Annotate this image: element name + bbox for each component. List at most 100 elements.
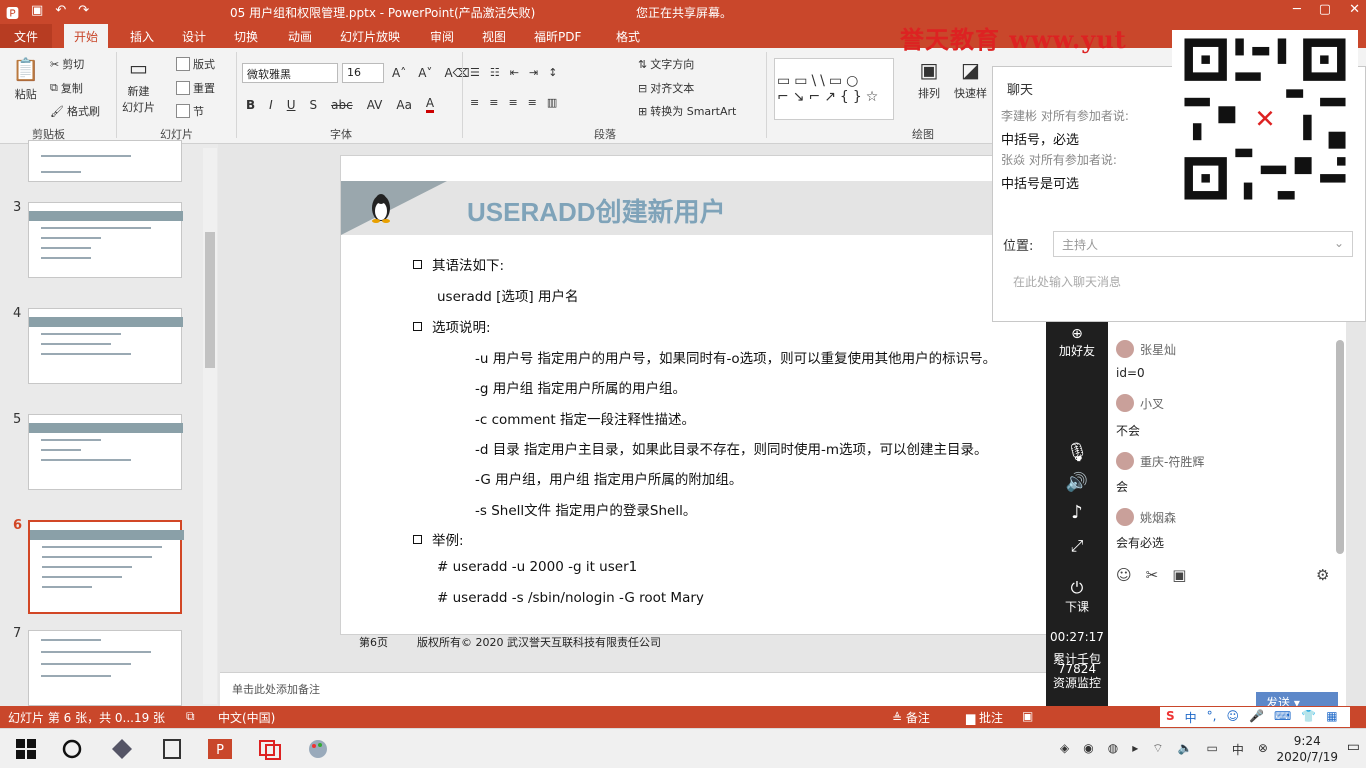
chat-recipient-select[interactable]: 主持人 ⌄ bbox=[1053, 231, 1353, 257]
font-size-select[interactable]: 16 bbox=[342, 63, 384, 83]
tray-settings-icon[interactable]: ⊗ bbox=[1258, 741, 1268, 758]
tray-app-icon[interactable]: ◉ bbox=[1083, 741, 1093, 758]
decrease-indent-icon[interactable]: ⇤ bbox=[510, 66, 519, 79]
scroll-thumb[interactable] bbox=[205, 232, 215, 368]
italic-icon[interactable]: I bbox=[269, 98, 273, 112]
quick-styles-button[interactable]: ◪ 快速样 bbox=[954, 58, 987, 101]
shrink-font-icon[interactable]: A˅ bbox=[418, 66, 432, 80]
thumbnail-scrollbar[interactable] bbox=[203, 148, 217, 704]
slide-thumbnail[interactable] bbox=[28, 630, 182, 706]
line-spacing-icon[interactable]: ↕ bbox=[548, 66, 557, 79]
tab-slideshow[interactable]: 幻灯片放映 bbox=[340, 28, 400, 45]
windows-start-icon[interactable] bbox=[14, 737, 38, 761]
volume-icon[interactable]: 🔈 bbox=[1178, 741, 1193, 758]
slide-text-line[interactable]: # useradd -s /sbin/nologin -G root Mary bbox=[437, 590, 704, 606]
justify-icon[interactable]: ≡ bbox=[528, 96, 537, 109]
task-view-icon[interactable] bbox=[160, 737, 184, 761]
slide-title[interactable]: USERADD创建新用户 bbox=[467, 192, 726, 229]
tab-transitions[interactable]: 切换 bbox=[234, 28, 258, 45]
tab-animations[interactable]: 动画 bbox=[288, 28, 312, 45]
minimize-icon[interactable]: ─ bbox=[1293, 2, 1301, 17]
end-class-button[interactable]: ⏻ 下课 bbox=[1046, 578, 1108, 615]
columns-icon[interactable]: ▥ bbox=[547, 96, 557, 109]
microphone-icon[interactable]: 🎙 bbox=[1046, 442, 1108, 463]
cortana-icon[interactable] bbox=[60, 737, 84, 761]
voice-icon[interactable]: 🎤 bbox=[1249, 709, 1264, 725]
chat-input[interactable]: 在此处输入聊天消息 bbox=[1013, 273, 1121, 290]
tab-design[interactable]: 设计 bbox=[182, 28, 206, 45]
tray-app-icon[interactable]: ◈ bbox=[1060, 741, 1069, 758]
comments-toggle[interactable]: ▆ 批注 bbox=[966, 709, 1003, 726]
emoji-icon[interactable]: ☺ bbox=[1227, 709, 1240, 725]
notes-pane[interactable]: 单击此处添加备注 bbox=[220, 672, 1046, 706]
powerpoint-icon[interactable]: P bbox=[208, 737, 232, 761]
strikethrough-icon[interactable]: abc bbox=[331, 98, 353, 112]
slide-thumbnail-selected[interactable] bbox=[28, 520, 184, 614]
scissors-icon[interactable]: ✂ bbox=[1146, 566, 1159, 584]
slide-thumbnail[interactable] bbox=[28, 308, 183, 384]
slide-text-line[interactable]: useradd [选项] 用户名 bbox=[437, 285, 578, 305]
speaker-icon[interactable]: 🔊 bbox=[1046, 472, 1108, 493]
align-left-icon[interactable]: ≡ bbox=[470, 96, 479, 109]
slide-text-line[interactable]: -u 用户号 指定用户的用户号，如果同时有-o选项，则可以重复使用其他用户的标识… bbox=[475, 347, 996, 367]
language-indicator[interactable]: 中文(中国) bbox=[218, 709, 275, 726]
shadow-icon[interactable]: S bbox=[310, 98, 318, 112]
notes-toggle[interactable]: ≜ 备注 bbox=[892, 709, 930, 726]
normal-view-icon[interactable]: ▣ bbox=[1022, 709, 1033, 723]
tray-app-icon[interactable]: ▸ bbox=[1132, 741, 1138, 758]
image-icon[interactable]: ▣ bbox=[1172, 566, 1186, 584]
paste-button[interactable]: 📋 粘贴 bbox=[12, 58, 39, 102]
slide-text-line[interactable]: -d 目录 指定用户主目录，如果此目录不存在，则同时使用-m选项，可以创建主目录… bbox=[475, 438, 988, 458]
tab-format[interactable]: 格式 bbox=[616, 28, 640, 45]
layout-button[interactable]: 版式 bbox=[176, 56, 215, 72]
skin-icon[interactable]: 👕 bbox=[1301, 709, 1316, 725]
tray-app-icon[interactable]: ◍ bbox=[1108, 741, 1118, 758]
tab-home[interactable]: 开始 bbox=[64, 24, 109, 48]
align-center-icon[interactable]: ≡ bbox=[489, 96, 498, 109]
clear-format-icon[interactable]: A⌫ bbox=[444, 66, 469, 80]
cut-button[interactable]: ✂ 剪切 bbox=[50, 56, 84, 72]
keyboard-icon[interactable]: ⌨ bbox=[1274, 709, 1291, 725]
maximize-icon[interactable]: ▢ bbox=[1319, 2, 1331, 17]
slide-bullet-line[interactable]: 选项说明: bbox=[413, 316, 491, 336]
music-icon[interactable]: ♪ bbox=[1046, 502, 1108, 523]
ime-mode[interactable]: 中 bbox=[1185, 709, 1197, 725]
app-icon[interactable] bbox=[110, 737, 134, 761]
copy-button[interactable]: ⧉ 复制 bbox=[50, 80, 83, 96]
section-button[interactable]: 节 bbox=[176, 103, 204, 119]
emoji-icon[interactable]: ☺ bbox=[1116, 566, 1132, 584]
grow-font-icon[interactable]: A˄ bbox=[392, 66, 406, 80]
slide-text-line[interactable]: -s Shell文件 指定用户的登录Shell。 bbox=[475, 499, 696, 519]
slide-text-line[interactable]: -c comment 指定一段注释性描述。 bbox=[475, 408, 695, 428]
taskbar-clock[interactable]: 9:24 2020/7/19 bbox=[1276, 733, 1338, 765]
reset-button[interactable]: 重置 bbox=[176, 80, 215, 96]
increase-indent-icon[interactable]: ⇥ bbox=[529, 66, 538, 79]
slide-text-line[interactable]: # useradd -u 2000 -g it user1 bbox=[437, 559, 637, 575]
font-name-select[interactable]: 微软雅黑 bbox=[242, 63, 338, 83]
resource-monitor[interactable]: 资源监控 bbox=[1046, 674, 1108, 691]
text-direction-button[interactable]: ⇅ 文字方向 bbox=[638, 56, 694, 72]
slide-bullet-line[interactable]: 举例: bbox=[413, 529, 464, 549]
add-friend-button[interactable]: ⊕ 加好友 bbox=[1046, 326, 1108, 359]
ime-indicator[interactable]: 中 bbox=[1232, 741, 1244, 758]
tab-view[interactable]: 视图 bbox=[482, 28, 506, 45]
new-slide-button[interactable]: ▭ 新建 幻灯片 bbox=[122, 56, 155, 115]
toolbox-icon[interactable]: ▦ bbox=[1326, 709, 1337, 725]
slide-thumbnail[interactable] bbox=[28, 414, 183, 490]
battery-icon[interactable]: ▭ bbox=[1206, 741, 1217, 758]
change-case-icon[interactable]: Aa bbox=[396, 98, 412, 112]
char-spacing-icon[interactable]: AV bbox=[367, 98, 383, 112]
shapes-gallery[interactable]: ▭▭\\▭○ ⌐↘⌐↗{}☆ bbox=[774, 58, 894, 120]
tab-insert[interactable]: 插入 bbox=[130, 28, 154, 45]
slide-text-line[interactable]: -G 用户组，用户组 指定用户所属的附加组。 bbox=[475, 468, 742, 488]
screen-share-icon[interactable] bbox=[258, 737, 282, 761]
slide-thumbnail[interactable] bbox=[28, 140, 182, 182]
comments-scrollbar[interactable] bbox=[1336, 340, 1344, 554]
tab-review[interactable]: 审阅 bbox=[430, 28, 454, 45]
settings-icon[interactable]: ⚙ bbox=[1316, 566, 1329, 584]
format-painter-button[interactable]: 🖌 格式刷 bbox=[50, 103, 100, 119]
bold-icon[interactable]: B bbox=[246, 98, 255, 112]
paint-icon[interactable] bbox=[306, 737, 330, 761]
punctuation-icon[interactable]: °, bbox=[1207, 709, 1217, 725]
align-text-button[interactable]: ⊟ 对齐文本 bbox=[638, 80, 694, 96]
